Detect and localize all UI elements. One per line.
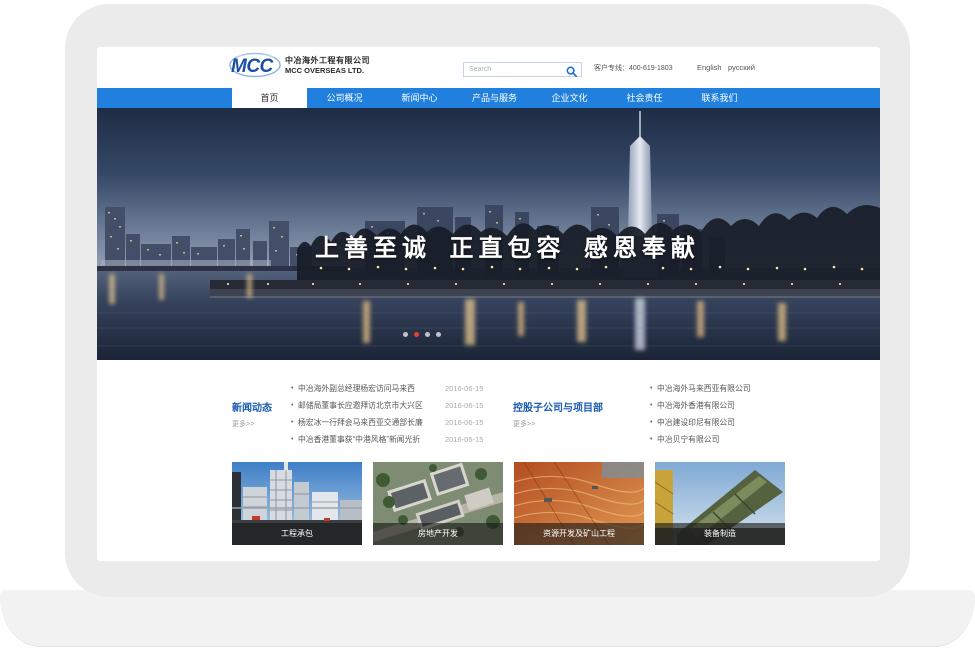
news-item-title[interactable]: 中冶海外副总经理杨宏访问马来西: [298, 380, 415, 397]
news-item-date: 2016-06-15: [445, 401, 484, 410]
bullet-icon: •: [650, 436, 653, 443]
search-icon[interactable]: [566, 64, 578, 78]
bullet-icon: •: [650, 419, 653, 426]
tile-caption: 房地产开发: [373, 523, 503, 545]
hero-banner[interactable]: 上善至诚 正直包容 感恩奉献: [97, 108, 880, 360]
tile-caption: 装备制造: [655, 523, 785, 545]
subsidiaries-section-title: 控股子公司与项目部: [513, 403, 603, 414]
laptop-screen: MCC 中冶海外工程有限公司 MCC OVERSEAS LTD. 客户专线：40…: [97, 47, 880, 561]
language-english-link[interactable]: English: [697, 63, 722, 72]
subsidiary-name[interactable]: 中冶建设印尼有限公司: [657, 414, 735, 431]
carousel-dot[interactable]: [414, 332, 419, 337]
laptop-base: [0, 590, 975, 647]
company-name-en: MCC OVERSEAS LTD.: [285, 66, 365, 75]
tile-engineering-contracting[interactable]: 工程承包: [232, 462, 362, 545]
subsidiaries-more-link[interactable]: 更多>>: [513, 419, 535, 429]
bullet-icon: •: [650, 402, 653, 409]
nav-item-home[interactable]: 首页: [232, 88, 307, 108]
news-item-title[interactable]: 杨宏冰一行拜会马来西亚交通部长廉: [298, 414, 423, 431]
slogan-part-2: 正直包容: [449, 235, 566, 262]
news-item-date: 2016-06-15: [445, 384, 484, 393]
search-input[interactable]: [464, 63, 567, 76]
language-russian-link[interactable]: русский: [728, 63, 755, 72]
subsidiary-name[interactable]: 中冶贝宁有限公司: [657, 431, 719, 448]
bullet-icon: •: [650, 385, 653, 392]
tile-resource-mining[interactable]: 资源开发及矿山工程: [514, 462, 644, 545]
slogan-part-1: 上善至诚: [315, 235, 431, 262]
bullet-icon: •: [291, 419, 294, 426]
nav-item-contact-us[interactable]: 联系我们: [682, 88, 757, 108]
subsidiary-name[interactable]: 中冶海外马来西亚有限公司: [657, 380, 751, 397]
slogan-part-3: 感恩奉献: [583, 235, 700, 262]
logo-text: MCC: [231, 56, 274, 77]
subsidiary-name[interactable]: 中冶海外香港有限公司: [657, 397, 735, 414]
nav-item-news-center[interactable]: 新闻中心: [382, 88, 457, 108]
nav-item-corporate-culture[interactable]: 企业文化: [532, 88, 607, 108]
news-section-title: 新闻动态: [232, 403, 272, 414]
tile-caption: 资源开发及矿山工程: [514, 523, 644, 545]
carousel-dot[interactable]: [425, 332, 430, 337]
main-nav: 首页 公司概况 新闻中心 产品与服务 企业文化 社会责任 联系我们: [97, 88, 880, 108]
carousel-dots: [403, 332, 447, 337]
company-logo[interactable]: MCC: [228, 52, 282, 78]
tile-real-estate-development[interactable]: 房地产开发: [373, 462, 503, 545]
news-more-link[interactable]: 更多>>: [232, 419, 254, 429]
bullet-icon: •: [291, 385, 294, 392]
banner-slogan: 上善至诚 正直包容 感恩奉献: [315, 228, 714, 263]
bullet-icon: •: [291, 436, 294, 443]
bullet-icon: •: [291, 402, 294, 409]
news-item-title[interactable]: 邮储局董事长应邀拜访北京市大兴区: [298, 397, 423, 414]
tile-equipment-manufacturing[interactable]: 装备制造: [655, 462, 785, 545]
carousel-dot[interactable]: [436, 332, 441, 337]
nav-item-products-services[interactable]: 产品与服务: [457, 88, 532, 108]
news-item-date: 2016-06-15: [445, 435, 484, 444]
carousel-dot[interactable]: [403, 332, 408, 337]
customer-hotline: 客户专线：400-619-1803: [594, 65, 673, 72]
nav-item-social-responsibility[interactable]: 社会责任: [607, 88, 682, 108]
search-box: [463, 62, 582, 78]
tile-caption: 工程承包: [232, 523, 362, 545]
company-name-cn: 中冶海外工程有限公司: [285, 56, 370, 65]
mcc-logo-icon: MCC: [229, 52, 281, 78]
nav-item-company-overview[interactable]: 公司概况: [307, 88, 382, 108]
news-item-title[interactable]: 中冶香港董事获“中港风格”新闻光折: [298, 431, 420, 448]
news-item-date: 2016-06-15: [445, 418, 484, 427]
